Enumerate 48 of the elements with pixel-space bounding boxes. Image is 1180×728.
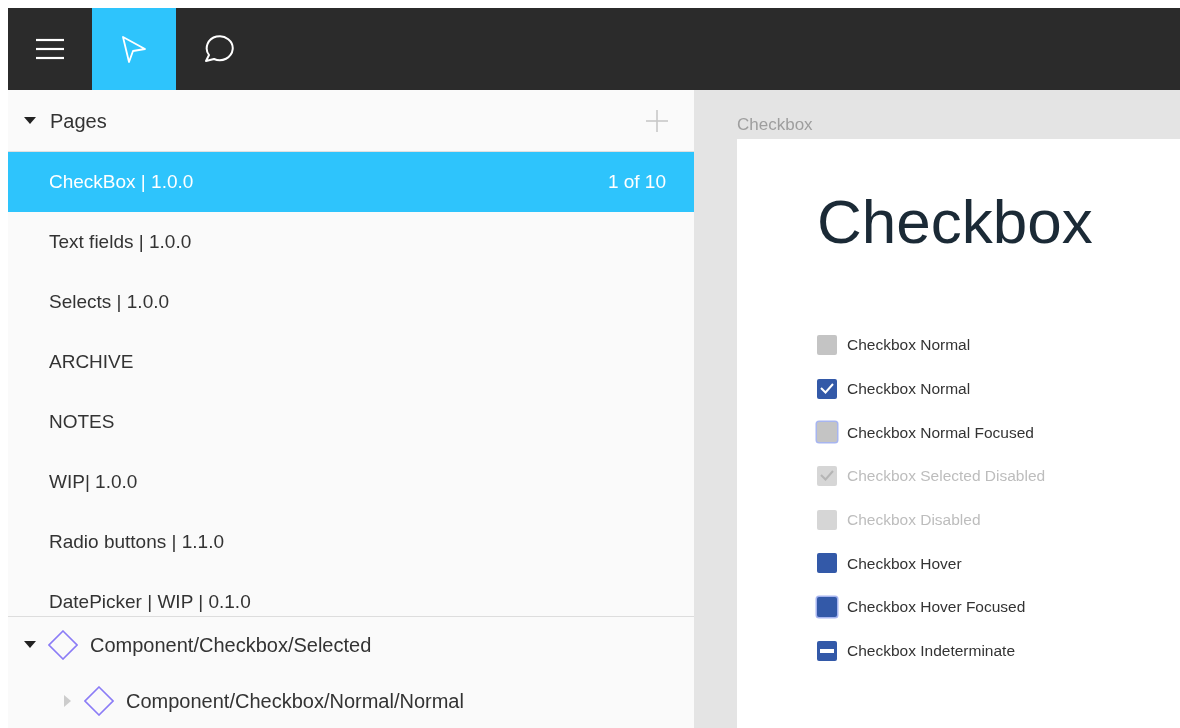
dash-icon: [820, 648, 834, 653]
page-label: Text fields | 1.0.0: [49, 229, 192, 254]
checkbox-label: Checkbox Normal: [847, 335, 971, 356]
page-label: ARCHIVE: [49, 349, 134, 374]
checkbox[interactable]: [817, 334, 837, 355]
checkbox-label: Checkbox Disabled: [847, 509, 981, 530]
page-item[interactable]: Text fields | 1.0.0: [8, 212, 694, 272]
page-count: 1 of 10: [607, 169, 666, 194]
checkbox[interactable]: [817, 509, 837, 530]
component-icon: [48, 630, 78, 660]
page-item[interactable]: Selects | 1.0.0: [8, 272, 694, 332]
page-label: NOTES: [49, 409, 115, 434]
page-label: CheckBox | 1.0.0: [49, 169, 194, 194]
layer-label: Component/Checkbox/Selected: [90, 633, 372, 658]
check-icon: [820, 470, 834, 482]
caret-down-icon[interactable]: [24, 641, 36, 649]
page-item[interactable]: WIP| 1.0.0: [8, 452, 694, 512]
checkbox[interactable]: [817, 596, 837, 617]
checkbox-label: Checkbox Normal Focused: [847, 422, 1034, 443]
checkbox[interactable]: [817, 465, 837, 486]
checkbox[interactable]: [817, 640, 837, 661]
checkbox-label: Checkbox Selected Disabled: [847, 466, 1046, 487]
checkbox-label: Checkbox Hover: [847, 553, 962, 574]
component-icon: [84, 686, 114, 716]
page-label: WIP| 1.0.0: [49, 469, 138, 494]
checkbox[interactable]: [817, 378, 837, 399]
checkbox-label: Checkbox Hover Focused: [847, 597, 1026, 618]
menu-icon: [35, 37, 65, 61]
caret-down-icon[interactable]: [24, 116, 36, 125]
layer-item[interactable]: Component/Checkbox/Selected: [8, 617, 694, 673]
page-item[interactable]: Radio buttons | 1.1.0: [8, 512, 694, 572]
page-item[interactable]: NOTES: [8, 392, 694, 452]
page-item[interactable]: ARCHIVE: [8, 332, 694, 392]
layer-label: Component/Checkbox/Normal/Normal: [126, 689, 464, 714]
page-label: Selects | 1.0.0: [49, 289, 170, 314]
page-label: DatePicker | WIP | 0.1.0: [49, 589, 251, 614]
page-item[interactable]: DatePicker | WIP | 0.1.0: [8, 572, 694, 616]
checkbox[interactable]: [817, 422, 837, 443]
layer-item[interactable]: Component/Checkbox/Normal/Normal: [8, 673, 694, 728]
page-heading: Checkbox: [817, 191, 1094, 253]
pointer-icon: [121, 34, 147, 64]
artboard-label: Checkbox: [737, 116, 814, 133]
section-title: Pages: [50, 108, 107, 134]
page-label: Radio buttons | 1.1.0: [49, 529, 224, 554]
checkbox-label: Checkbox Indeterminate: [847, 641, 1015, 662]
check-icon: [820, 383, 834, 395]
checkbox-label: Checkbox Normal: [847, 378, 971, 399]
checkbox[interactable]: [817, 553, 837, 574]
